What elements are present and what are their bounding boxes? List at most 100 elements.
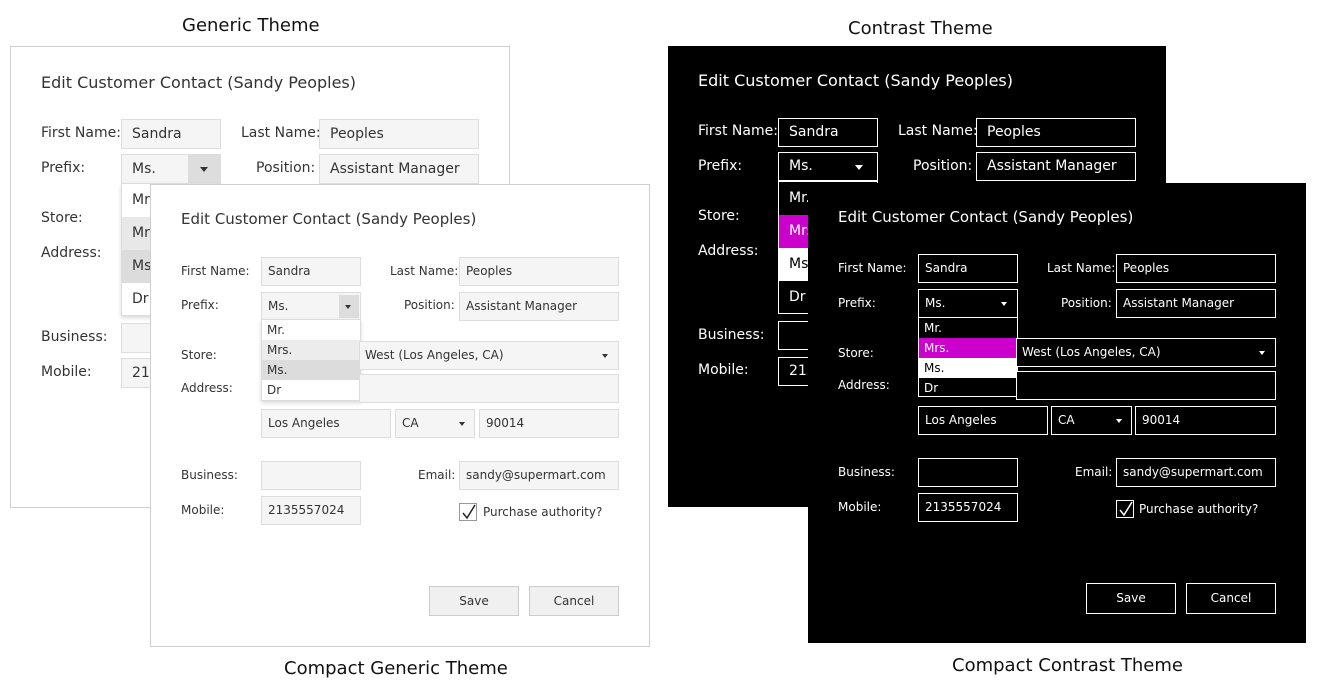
dialog-title: Edit Customer Contact (Sandy Peoples) — [181, 210, 477, 228]
prefix-label: Prefix: — [838, 296, 876, 310]
caption-contrast-theme: Contrast Theme — [848, 18, 993, 39]
store-dropdown[interactable]: West (Los Angeles, CA) — [1016, 338, 1276, 367]
address-label: Address: — [181, 381, 233, 395]
zip-field[interactable]: 90014 — [479, 409, 619, 438]
prefix-option-ms[interactable]: Ms. — [262, 360, 360, 380]
last-name-field[interactable]: Peoples — [459, 257, 619, 286]
address-label: Address: — [838, 378, 890, 392]
city-field[interactable]: Los Angeles — [261, 409, 391, 438]
chevron-down-icon — [200, 167, 208, 172]
last-name-field[interactable]: Peoples — [1116, 254, 1276, 283]
save-button[interactable]: Save — [429, 586, 519, 616]
prefix-option-mr[interactable]: Mr. — [262, 320, 360, 340]
position-field[interactable]: Assistant Manager — [1116, 289, 1276, 318]
first-name-field[interactable]: Sandra — [778, 118, 878, 147]
caption-generic-theme: Generic Theme — [182, 15, 320, 36]
first-name-field[interactable]: Sandra — [121, 119, 221, 149]
prefix-value: Ms. — [268, 299, 289, 313]
email-field[interactable]: sandy@supermart.com — [1116, 458, 1276, 487]
city-field[interactable]: Los Angeles — [918, 406, 1048, 435]
prefix-options-list: Mr. Mrs. Ms. Dr — [261, 319, 361, 401]
prefix-dropdown[interactable]: Ms. — [261, 292, 361, 321]
compact-generic-theme-dialog: Edit Customer Contact (Sandy Peoples) Fi… — [150, 184, 650, 647]
business-label: Business: — [838, 465, 895, 479]
prefix-label: Prefix: — [181, 298, 219, 312]
chevron-down-icon — [345, 305, 351, 309]
prefix-option-mrs[interactable]: Mrs. — [262, 340, 360, 360]
mobile-field[interactable]: 2135557024 — [261, 496, 361, 525]
caption-compact-generic-theme: Compact Generic Theme — [284, 658, 508, 679]
prefix-dropdown[interactable]: Ms. — [778, 152, 878, 181]
state-value: CA — [402, 416, 419, 430]
chevron-down-icon — [1259, 351, 1265, 355]
position-field[interactable]: Assistant Manager — [459, 292, 619, 321]
email-field[interactable]: sandy@supermart.com — [459, 461, 619, 490]
last-name-label: Last Name: — [898, 123, 978, 139]
cancel-button[interactable]: Cancel — [529, 586, 619, 616]
mobile-field[interactable]: 2135557024 — [918, 493, 1018, 522]
state-value: CA — [1058, 413, 1075, 427]
business-field[interactable] — [918, 458, 1018, 487]
zip-field[interactable]: 90014 — [1135, 406, 1276, 435]
position-label: Position: — [404, 298, 455, 312]
purchase-authority-label: Purchase authority? — [483, 505, 603, 519]
prefix-option-mrs[interactable]: Mrs. — [919, 338, 1017, 358]
business-field[interactable] — [261, 461, 361, 490]
save-button[interactable]: Save — [1086, 583, 1176, 614]
prefix-dropdown[interactable]: Ms. — [918, 289, 1018, 318]
dialog-title: Edit Customer Contact (Sandy Peoples) — [698, 71, 1013, 90]
prefix-option-ms[interactable]: Ms. — [919, 358, 1017, 378]
checkmark-icon — [1119, 501, 1133, 517]
prefix-dropdown-button[interactable] — [188, 155, 220, 183]
last-name-label: Last Name: — [390, 264, 459, 278]
business-label: Business: — [181, 468, 238, 482]
email-label: Email: — [1075, 465, 1113, 479]
store-label: Store: — [181, 348, 217, 362]
first-name-field[interactable]: Sandra — [261, 257, 361, 286]
business-label: Business: — [41, 329, 108, 345]
first-name-field[interactable]: Sandra — [918, 254, 1018, 283]
chevron-down-icon — [855, 165, 863, 170]
address-label: Address: — [41, 245, 102, 261]
checkmark-icon — [462, 504, 476, 520]
prefix-value: Ms. — [925, 296, 946, 310]
address-label: Address: — [698, 243, 759, 259]
mobile-label: Mobile: — [838, 500, 882, 514]
position-field[interactable]: Assistant Manager — [319, 154, 479, 184]
chevron-down-icon — [459, 422, 465, 426]
prefix-dropdown[interactable]: Ms. — [121, 154, 221, 184]
position-label: Position: — [256, 160, 316, 176]
store-label: Store: — [41, 210, 83, 226]
last-name-label: Last Name: — [1047, 261, 1116, 275]
prefix-label: Prefix: — [698, 158, 743, 174]
mobile-label: Mobile: — [698, 362, 749, 378]
mobile-label: Mobile: — [181, 503, 225, 517]
purchase-authority-label: Purchase authority? — [1139, 502, 1259, 516]
address-field[interactable] — [359, 374, 619, 403]
first-name-label: First Name: — [181, 264, 250, 278]
position-label: Position: — [1061, 296, 1112, 310]
prefix-dropdown-button[interactable] — [339, 295, 359, 318]
state-dropdown[interactable]: CA — [395, 409, 475, 438]
cancel-button[interactable]: Cancel — [1186, 583, 1276, 614]
mobile-label: Mobile: — [41, 364, 92, 380]
purchase-authority-checkbox[interactable] — [459, 503, 477, 521]
prefix-option-dr[interactable]: Dr — [919, 378, 1017, 398]
state-dropdown[interactable]: CA — [1051, 406, 1132, 435]
email-label: Email: — [418, 468, 456, 482]
position-field[interactable]: Assistant Manager — [976, 152, 1136, 181]
business-label: Business: — [698, 327, 765, 343]
address-field[interactable] — [1016, 371, 1276, 400]
caption-compact-contrast-theme: Compact Contrast Theme — [952, 655, 1183, 676]
position-label: Position: — [913, 158, 973, 174]
prefix-option-mr[interactable]: Mr. — [919, 318, 1017, 338]
last-name-field[interactable]: Peoples — [319, 119, 479, 149]
prefix-value: Ms. — [789, 158, 813, 174]
last-name-field[interactable]: Peoples — [976, 118, 1136, 147]
chevron-down-icon — [1116, 419, 1122, 423]
purchase-authority-checkbox[interactable] — [1116, 500, 1134, 518]
store-dropdown[interactable]: West (Los Angeles, CA) — [359, 341, 619, 370]
compact-contrast-theme-dialog: Edit Customer Contact (Sandy Peoples) Fi… — [808, 183, 1306, 643]
prefix-option-dr[interactable]: Dr — [262, 380, 360, 400]
store-label: Store: — [698, 208, 740, 224]
